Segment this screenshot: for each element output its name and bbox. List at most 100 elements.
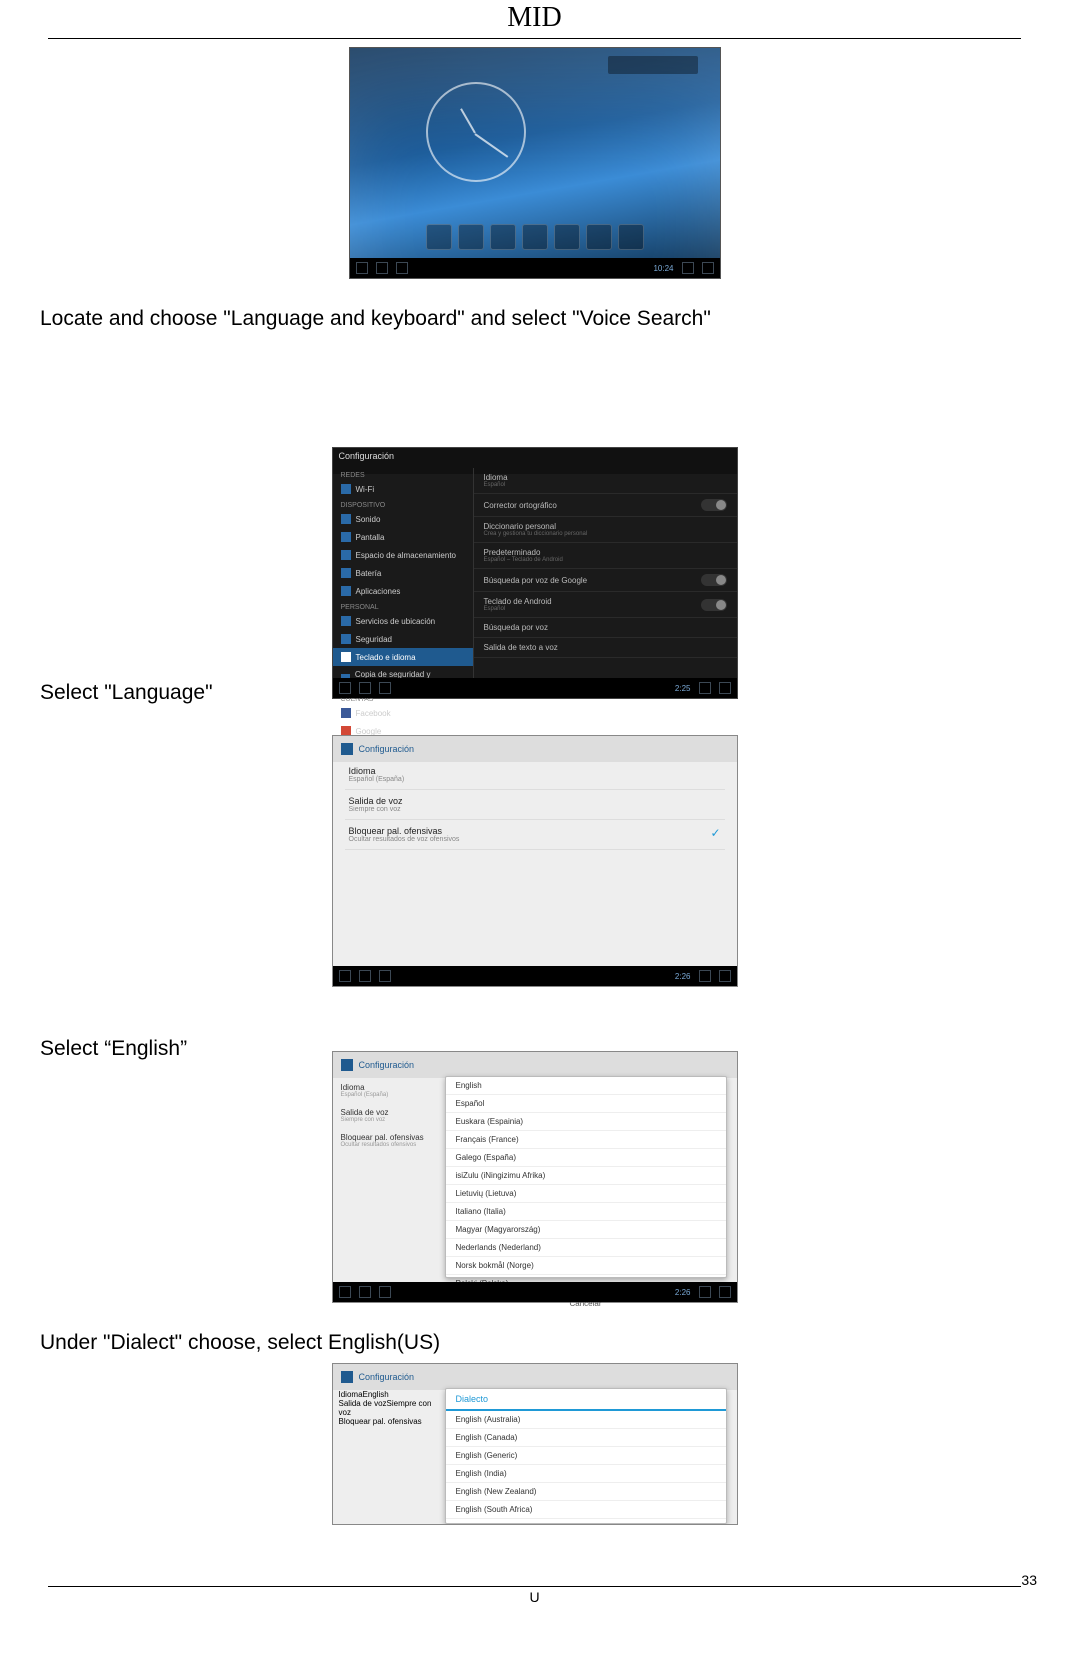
- setting-row-dictionary: Diccionario personalCrea y gestiona tu d…: [474, 517, 737, 543]
- location-icon: [341, 616, 351, 626]
- language-item: isiZulu (iNingizimu Afrika): [446, 1167, 726, 1185]
- screenshot-home: 10:24: [349, 47, 721, 279]
- page-number: 33: [1021, 1572, 1037, 1588]
- side-option: Bloquear pal. ofensivas: [339, 1417, 439, 1426]
- sidebar-item-sound: Sonido: [333, 510, 473, 528]
- dock-app-icon: [426, 224, 452, 250]
- checkmark-icon: ✓: [710, 826, 720, 840]
- option-sub: Español (España): [349, 776, 721, 783]
- system-navbar: 2:25: [333, 678, 737, 698]
- back-icon: [339, 970, 351, 982]
- side-options: IdiomaEnglish Salida de vozSiempre con v…: [333, 1384, 445, 1524]
- dialect-item: English (South Africa): [446, 1501, 726, 1519]
- battery-icon: [341, 568, 351, 578]
- language-item: Magyar (Magyarország): [446, 1221, 726, 1239]
- sidebar-item-storage: Espacio de almacenamiento: [333, 546, 473, 564]
- sidebar-label: Wi-Fi: [356, 485, 375, 494]
- settings-title: Configuración: [359, 1372, 415, 1382]
- setting-row-voice-search: Búsqueda por voz de Google: [474, 569, 737, 592]
- dock-app-icon: [458, 224, 484, 250]
- dock-app-icon: [554, 224, 580, 250]
- sidebar-item-facebook: Facebook: [333, 704, 473, 722]
- wifi-icon: [699, 1286, 711, 1298]
- search-bar: [608, 56, 698, 74]
- language-item: Italiano (Italia): [446, 1203, 726, 1221]
- option-language: IdiomaEspañol (España): [345, 760, 725, 790]
- home-icon: [359, 1286, 371, 1298]
- instruction-step-2: Select "Language": [40, 681, 213, 705]
- dialect-item: English (India): [446, 1465, 726, 1483]
- sidebar-label: Batería: [356, 569, 382, 578]
- dialect-item: English (UK): [446, 1519, 726, 1525]
- row-title: Búsqueda por voz: [484, 623, 549, 632]
- settings-icon: [341, 743, 353, 755]
- footer-char: U: [0, 1589, 1069, 1605]
- sidebar-label: Pantalla: [356, 533, 385, 542]
- language-item: English: [446, 1077, 726, 1095]
- side-title: Idioma: [339, 1390, 363, 1399]
- instruction-step-1: Locate and choose "Language and keyboard…: [40, 307, 1029, 331]
- side-option: IdiomaEspañol (España): [339, 1078, 439, 1103]
- side-sub: English: [363, 1390, 389, 1399]
- option-sub: Siempre con voz: [349, 806, 721, 813]
- screenshot-voice-settings: Configuración IdiomaEspañol (España) Sal…: [332, 735, 738, 987]
- option-title: Bloquear pal. ofensivas: [349, 826, 721, 836]
- language-dialog: English Español Euskara (Espainia) Franç…: [445, 1076, 727, 1278]
- side-title: Salida de voz: [339, 1399, 387, 1408]
- back-icon: [339, 682, 351, 694]
- option-voice-output: Salida de vozSiempre con voz: [345, 790, 725, 820]
- sidebar-section: REDES: [333, 468, 473, 480]
- settings-icon: [341, 1059, 353, 1071]
- language-icon: [341, 652, 351, 662]
- sidebar-label: Facebook: [356, 709, 391, 718]
- sidebar-label: Aplicaciones: [356, 587, 401, 596]
- option-sub: Ocultar resultados de voz ofensivos: [349, 836, 721, 843]
- setting-row-language: IdiomaEspañol: [474, 468, 737, 494]
- battery-icon: [719, 970, 731, 982]
- row-sub: Crea y gestiona tu diccionario personal: [484, 531, 588, 537]
- home-icon: [359, 682, 371, 694]
- lock-icon: [341, 634, 351, 644]
- status-time: 10:24: [653, 264, 673, 273]
- option-title: Salida de voz: [349, 796, 721, 806]
- option-title: Idioma: [349, 766, 721, 776]
- sidebar-item-apps: Aplicaciones: [333, 582, 473, 600]
- wifi-icon: [682, 262, 694, 274]
- setting-row-voice-search-2: Búsqueda por voz: [474, 618, 737, 638]
- setting-row-tts: Salida de texto a voz: [474, 638, 737, 658]
- home-icon: [359, 970, 371, 982]
- home-icon: [376, 262, 388, 274]
- language-item: Galego (España): [446, 1149, 726, 1167]
- dialog-title: Dialecto: [446, 1389, 726, 1411]
- screenshot-dialect-dialog: Configuración IdiomaEnglish Salida de vo…: [332, 1363, 738, 1525]
- settings-main: IdiomaEspañol Corrector ortográfico Dicc…: [474, 468, 737, 678]
- setting-row-default: PredeterminadoEspañol – Teclado de Andro…: [474, 543, 737, 569]
- row-title: Predeterminado: [484, 548, 541, 557]
- side-title: Bloquear pal. ofensivas: [341, 1133, 424, 1142]
- row-title: Diccionario personal: [484, 522, 556, 531]
- settings-icon: [341, 1371, 353, 1383]
- status-time: 2:26: [675, 972, 691, 981]
- side-title: Salida de voz: [341, 1108, 389, 1117]
- dock-app-icon: [618, 224, 644, 250]
- status-time: 2:25: [675, 684, 691, 693]
- sidebar-section: DISPOSITIVO: [333, 498, 473, 510]
- row-title: Salida de texto a voz: [484, 643, 558, 652]
- sidebar-label: Teclado e idioma: [356, 653, 416, 662]
- analog-clock-widget: [426, 82, 526, 182]
- side-title: Idioma: [341, 1083, 365, 1092]
- system-navbar: 10:24: [350, 258, 720, 278]
- sidebar-label: Sonido: [356, 515, 381, 524]
- system-navbar: 2:26: [333, 1282, 737, 1302]
- sidebar-label: Servicios de ubicación: [356, 617, 436, 626]
- battery-icon: [719, 682, 731, 694]
- page-header-title: MID: [0, 0, 1069, 34]
- settings-title: Configuración: [359, 1060, 415, 1070]
- screenshot-language-list: Configuración IdiomaEspañol (España) Sal…: [332, 1051, 738, 1303]
- toggle-icon: [701, 599, 727, 611]
- apps-icon: [341, 586, 351, 596]
- side-option: Salida de vozSiempre con voz: [339, 1399, 439, 1417]
- dock-app-icon: [522, 224, 548, 250]
- display-icon: [341, 532, 351, 542]
- toggle-icon: [701, 499, 727, 511]
